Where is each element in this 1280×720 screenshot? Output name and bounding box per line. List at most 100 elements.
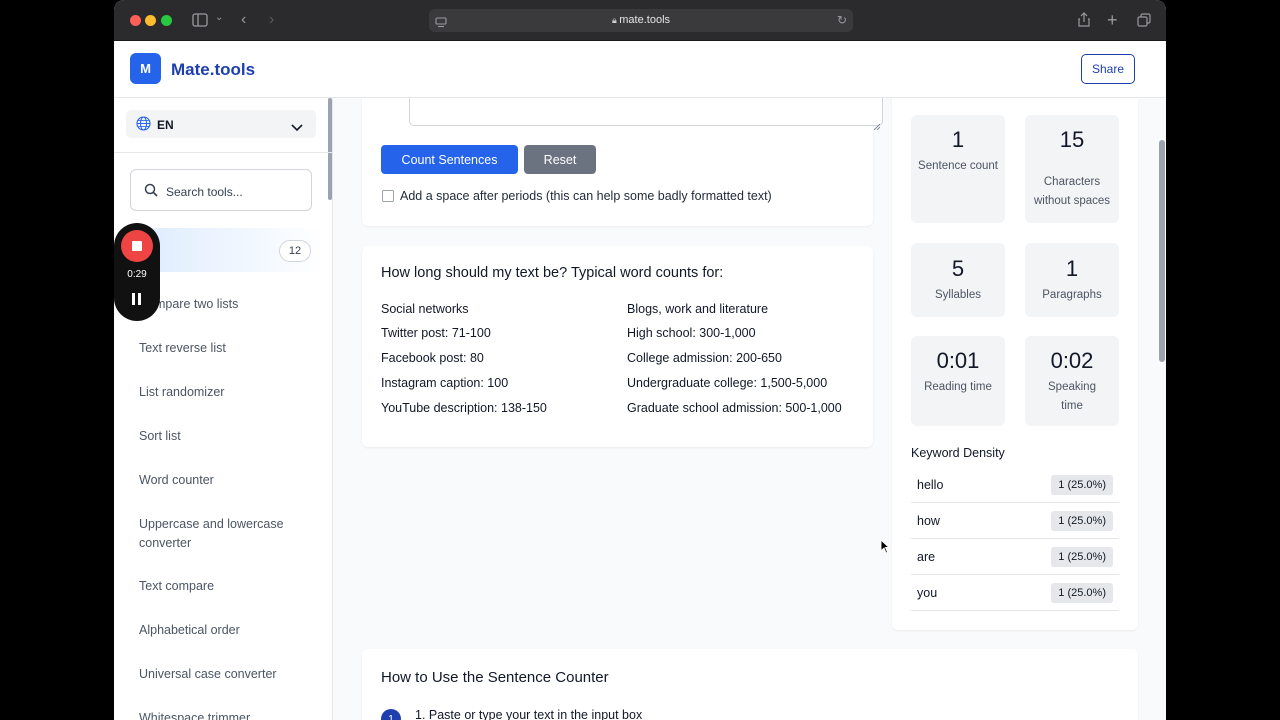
add-space-label: Add a space after periods (this can help… bbox=[400, 189, 772, 203]
stat-sentence-count: 1 Sentence count bbox=[911, 115, 1005, 223]
stat-syllables: 5 Syllables bbox=[911, 243, 1005, 317]
social-item: Facebook post: 80 bbox=[381, 351, 484, 365]
forward-icon[interactable]: › bbox=[269, 12, 274, 28]
search-icon bbox=[144, 183, 158, 202]
social-item: Twitter post: 71-100 bbox=[381, 326, 491, 340]
stat-value: 0:02 bbox=[1050, 348, 1094, 373]
sidebar-item-whitespace-trimmer[interactable]: Whitespace trimmer bbox=[139, 709, 309, 720]
sidebar-item-text-compare[interactable]: Text compare bbox=[139, 577, 309, 596]
keyword-word: are bbox=[917, 550, 936, 564]
keyword-count: 1 (25.0%) bbox=[1051, 475, 1113, 495]
add-space-checkbox[interactable] bbox=[382, 190, 394, 202]
count-badge: 12 bbox=[279, 240, 311, 262]
blogs-item: Graduate school admission: 500-1,000 bbox=[627, 401, 842, 415]
stat-value: 0:01 bbox=[936, 348, 980, 373]
sidebar-item-sort-list[interactable]: Sort list bbox=[139, 427, 309, 446]
sidebar-item-alphabetical-order[interactable]: Alphabetical order bbox=[139, 621, 309, 640]
how-to-step: 1. Paste or type your text in the input … bbox=[415, 708, 643, 720]
search-placeholder: Search tools... bbox=[166, 185, 243, 199]
share-icon[interactable] bbox=[1078, 12, 1090, 29]
maximize-window-button[interactable] bbox=[161, 15, 172, 26]
page-scrollbar[interactable] bbox=[1159, 140, 1165, 362]
stop-recording-button[interactable] bbox=[121, 230, 153, 262]
keyword-word: how bbox=[917, 514, 940, 528]
word-count-guide-title: How long should my text be? Typical word… bbox=[381, 265, 724, 281]
close-window-button[interactable] bbox=[130, 15, 141, 26]
keyword-row: how 1 (25.0%) bbox=[911, 503, 1119, 539]
sidebar-scrollbar[interactable] bbox=[328, 98, 332, 200]
sidebar-item-compare-two-lists[interactable]: Compare two lists bbox=[139, 295, 309, 314]
text-input[interactable] bbox=[409, 98, 883, 131]
screen-recorder-widget: 0:29 bbox=[114, 223, 160, 321]
keyword-count: 1 (25.0%) bbox=[1051, 583, 1113, 603]
recording-time: 0:29 bbox=[127, 269, 147, 280]
sidebar: EN Search tools... 12 Compare two lists … bbox=[114, 98, 333, 720]
social-item: Instagram caption: 100 bbox=[381, 376, 509, 390]
keyword-word: hello bbox=[917, 478, 944, 492]
language-selector[interactable]: EN bbox=[126, 110, 316, 138]
back-icon[interactable]: ‹ bbox=[241, 12, 246, 28]
stat-value: 1 bbox=[1065, 256, 1079, 281]
blogs-item: College admission: 200-650 bbox=[627, 351, 782, 365]
stat-label: Speaking time bbox=[1048, 381, 1096, 412]
stat-label: Paragraphs bbox=[1042, 289, 1102, 301]
stat-label: Characters without spaces bbox=[1033, 176, 1111, 207]
keyword-row: hello 1 (25.0%) bbox=[911, 467, 1119, 503]
sidebar-item-universal-case-converter[interactable]: Universal case converter bbox=[139, 665, 309, 684]
language-label: EN bbox=[157, 118, 174, 132]
chevron-down-icon[interactable]: ⌄ bbox=[215, 13, 223, 23]
keyword-count: 1 (25.0%) bbox=[1051, 511, 1113, 531]
stat-label: Sentence count bbox=[918, 160, 998, 172]
main-content: Count Sentences Reset Add a space after … bbox=[333, 98, 1166, 720]
blogs-item: Undergraduate college: 1,500-5,000 bbox=[627, 376, 828, 390]
reset-button[interactable]: Reset bbox=[524, 145, 596, 174]
sidebar-toggle-icon[interactable] bbox=[192, 13, 208, 29]
sidebar-item-word-counter[interactable]: Word counter bbox=[139, 471, 309, 490]
stat-label: Syllables bbox=[934, 289, 982, 301]
word-count-guide-card: How long should my text be? Typical word… bbox=[362, 246, 873, 447]
divider bbox=[114, 152, 332, 153]
keyword-word: you bbox=[917, 586, 938, 600]
address-bar[interactable]: 🔒︎ mate.tools ↻ bbox=[429, 9, 853, 32]
mouse-cursor-icon bbox=[880, 538, 891, 559]
stat-reading-time: 0:01 Reading time bbox=[911, 336, 1005, 426]
input-card: Count Sentences Reset Add a space after … bbox=[362, 98, 883, 226]
browser-toolbar: ⌄ ‹ › 🔒︎ mate.tools ↻ + bbox=[114, 0, 1166, 41]
blogs-heading: Blogs, work and literature bbox=[627, 302, 769, 316]
search-input[interactable]: Search tools... bbox=[130, 169, 312, 211]
site-header: M Mate.tools Share bbox=[114, 41, 1166, 98]
count-sentences-button[interactable]: Count Sentences bbox=[381, 145, 518, 174]
logo[interactable]: M bbox=[130, 53, 161, 84]
stat-characters: 15 Characters without spaces bbox=[1025, 115, 1119, 223]
stat-paragraphs: 1 Paragraphs bbox=[1025, 243, 1119, 317]
brand-name[interactable]: Mate.tools bbox=[171, 60, 255, 80]
browser-window: ⌄ ‹ › 🔒︎ mate.tools ↻ + M Mate.tools Sha… bbox=[114, 0, 1166, 720]
minimize-window-button[interactable] bbox=[145, 15, 156, 26]
sidebar-item-list-randomizer[interactable]: List randomizer bbox=[139, 383, 309, 402]
pause-icon[interactable] bbox=[132, 293, 142, 305]
blogs-item: High school: 300-1,000 bbox=[627, 326, 756, 340]
step-number-badge: 1 bbox=[381, 709, 401, 720]
social-item: YouTube description: 138-150 bbox=[381, 401, 547, 415]
share-button[interactable]: Share bbox=[1081, 54, 1135, 84]
keyword-row: you 1 (25.0%) bbox=[911, 575, 1119, 611]
how-to-card: How to Use the Sentence Counter 1 1. Pas… bbox=[362, 649, 1138, 720]
tab-overview-icon[interactable] bbox=[1137, 13, 1151, 29]
url-text: 🔒︎ mate.tools bbox=[611, 14, 671, 26]
stat-value: 15 bbox=[1059, 127, 1085, 152]
sidebar-item-case-converter[interactable]: Uppercase and lowercase converter bbox=[139, 515, 309, 553]
new-tab-icon[interactable]: + bbox=[1107, 11, 1118, 29]
keyword-density-title: Keyword Density bbox=[911, 446, 1005, 460]
how-to-title: How to Use the Sentence Counter bbox=[381, 669, 609, 686]
stat-speaking-time: 0:02 Speaking time bbox=[1025, 336, 1119, 426]
chevron-down-icon bbox=[291, 119, 303, 137]
social-heading: Social networks bbox=[381, 302, 469, 316]
stat-value: 1 bbox=[951, 127, 965, 152]
resize-handle-icon[interactable] bbox=[873, 117, 881, 131]
stat-label: Reading time bbox=[924, 381, 992, 393]
keyword-count: 1 (25.0%) bbox=[1051, 547, 1113, 567]
keyword-row: are 1 (25.0%) bbox=[911, 539, 1119, 575]
sidebar-item-text-reverse-list[interactable]: Text reverse list bbox=[139, 339, 309, 358]
stat-value: 5 bbox=[951, 256, 965, 281]
reload-icon[interactable]: ↻ bbox=[837, 13, 847, 27]
